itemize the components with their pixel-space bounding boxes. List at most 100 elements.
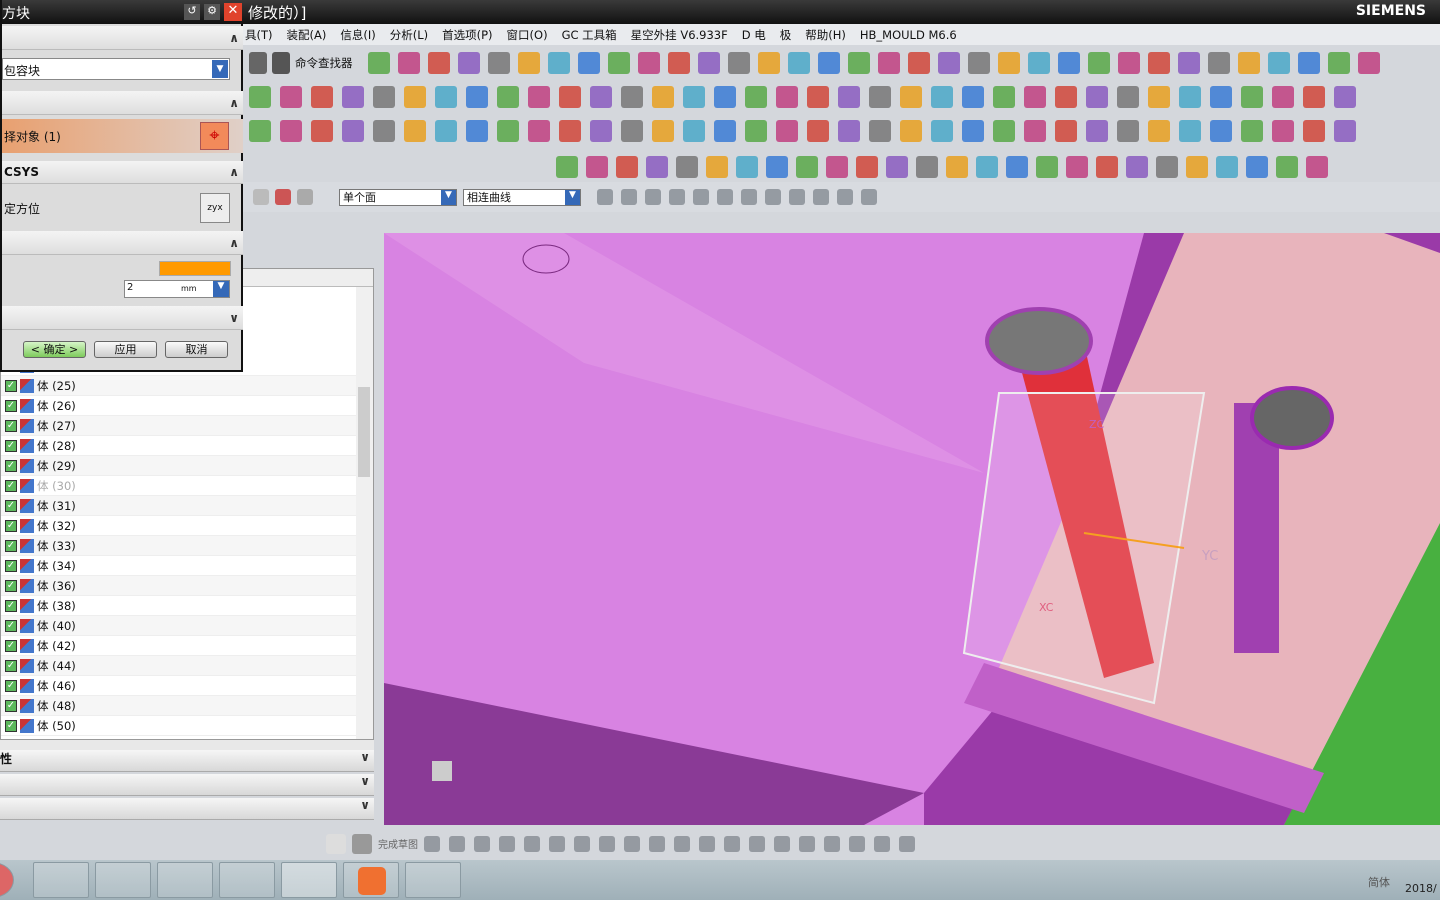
toolbar-tool-icon[interactable] (1006, 156, 1028, 178)
snap-icon[interactable] (275, 189, 291, 205)
toolbar-tool-icon[interactable] (1237, 52, 1260, 74)
toolbar-tool-icon[interactable] (559, 86, 581, 108)
panel-2[interactable]: ∨ (0, 774, 374, 796)
toolbar-tool-icon[interactable] (817, 52, 840, 74)
toolbar-tool-icon[interactable] (774, 835, 790, 852)
toolbar-tool-icon[interactable] (727, 52, 750, 74)
clock[interactable]: 2018/ (1405, 882, 1437, 895)
ok-button[interactable]: < 确定 > (23, 341, 86, 358)
toolbar-tool-icon[interactable] (874, 835, 890, 852)
visibility-checkbox[interactable]: ✓ (5, 599, 17, 612)
close-icon[interactable]: ✕ (224, 3, 242, 21)
toolbar-tool-icon[interactable] (1147, 52, 1170, 74)
toolbar-tool-icon[interactable] (787, 52, 810, 74)
toolbar-tool-icon[interactable] (714, 86, 736, 108)
toolbar-tool-icon[interactable] (528, 120, 550, 142)
visibility-checkbox[interactable]: ✓ (5, 399, 17, 412)
toolbar-tool-icon[interactable] (466, 86, 488, 108)
visibility-checkbox[interactable]: ✓ (5, 379, 17, 392)
toolbar-tool-icon[interactable] (1246, 156, 1268, 178)
visibility-checkbox[interactable]: ✓ (5, 719, 17, 732)
toolbar-tool-icon[interactable] (900, 120, 922, 142)
toolbar-tool-icon[interactable] (1096, 156, 1118, 178)
task-nx-active[interactable] (281, 862, 337, 898)
toolbar-tool-icon[interactable] (1186, 156, 1208, 178)
toolbar-tool-icon[interactable] (1267, 52, 1290, 74)
section-type[interactable]: ∧ (2, 26, 243, 50)
visibility-checkbox[interactable]: ✓ (5, 579, 17, 592)
toolbar-tool-icon[interactable] (645, 189, 661, 205)
toolbar-tool-icon[interactable] (736, 156, 758, 178)
toolbar-tool-icon[interactable] (435, 120, 457, 142)
navigator-row[interactable]: ✓ 体 (33) (1, 536, 356, 556)
toolbar-tool-icon[interactable] (1276, 156, 1298, 178)
toolbar-tool-icon[interactable] (899, 835, 915, 852)
toolbar-tool-icon[interactable] (646, 156, 668, 178)
toolbar-tool-icon[interactable] (1036, 156, 1058, 178)
toolbar-tool-icon[interactable] (669, 189, 685, 205)
navigator-row[interactable]: ✓ 体 (44) (1, 656, 356, 676)
toolbar-tool-icon[interactable] (741, 189, 757, 205)
navigator-row[interactable]: ✓ 体 (40) (1, 616, 356, 636)
crosshair-icon[interactable]: ⌖ (200, 122, 229, 150)
menu-item[interactable]: 极 (780, 27, 792, 43)
task-app[interactable] (219, 862, 275, 898)
toolbar-tool-icon[interactable] (1327, 52, 1350, 74)
toolbar-tool-icon[interactable] (577, 52, 600, 74)
navigator-row[interactable]: ✓ 体 (26) (1, 396, 356, 416)
toolbar-tool-icon[interactable] (714, 120, 736, 142)
menu-item[interactable]: 装配(A) (287, 27, 327, 43)
toolbar-tool-icon[interactable] (1179, 86, 1201, 108)
toolbar-tool-icon[interactable] (528, 86, 550, 108)
apply-button[interactable]: 应用 (94, 341, 157, 358)
toolbar-tool-icon[interactable] (435, 86, 457, 108)
select-object-row[interactable]: 择对象 (1) ⌖ (2, 119, 243, 153)
panel-3[interactable]: ∨ (0, 798, 374, 820)
toolbar-tool-icon[interactable] (807, 120, 829, 142)
toolbar-tool-icon[interactable] (280, 86, 302, 108)
visibility-checkbox[interactable]: ✓ (5, 559, 17, 572)
menu-item[interactable]: 帮助(H) (805, 27, 846, 43)
toolbar-tool-icon[interactable] (466, 120, 488, 142)
toolbar-tool-icon[interactable] (621, 86, 643, 108)
toolbar-tool-icon[interactable] (549, 835, 565, 852)
task-tool[interactable] (405, 862, 461, 898)
toolbar-tool-icon[interactable] (683, 86, 705, 108)
curve-rule-select[interactable]: 相连曲线 ▼ (463, 188, 581, 206)
toolbar-tool-icon[interactable] (424, 835, 440, 852)
toolbar-tool-icon[interactable] (813, 189, 829, 205)
toolbar-tool-icon[interactable] (621, 120, 643, 142)
toolbar-tool-icon[interactable] (1087, 52, 1110, 74)
visibility-checkbox[interactable]: ✓ (5, 619, 17, 632)
toolbar-tool-icon[interactable] (1306, 156, 1328, 178)
toolbar-tool-icon[interactable] (1216, 156, 1238, 178)
menu-item[interactable]: 星空外挂 V6.933F (631, 27, 728, 43)
toolbar-tool-icon[interactable] (877, 52, 900, 74)
toolbar-tool-icon[interactable] (717, 189, 733, 205)
navigator-row[interactable]: ✓ 体 (32) (1, 516, 356, 536)
navigator-row[interactable]: ✓ 体 (30) (1, 476, 356, 496)
toolbar-tool-icon[interactable] (590, 86, 612, 108)
toolbar-tool-icon[interactable] (916, 156, 938, 178)
finish-sketch-icon[interactable] (352, 833, 372, 854)
toolbar-tool-icon[interactable] (676, 156, 698, 178)
toolbar-tool-icon[interactable] (847, 52, 870, 74)
toolbar-tool-icon[interactable] (745, 86, 767, 108)
toolbar-tool-icon[interactable] (757, 52, 780, 74)
toolbar-tool-icon[interactable] (674, 835, 690, 852)
navigator-row[interactable]: ✓ 体 (38) (1, 596, 356, 616)
toolbar-tool-icon[interactable] (280, 120, 302, 142)
toolbar-tool-icon[interactable] (1177, 52, 1200, 74)
navigator-row[interactable]: ✓ 体 (29) (1, 456, 356, 476)
reset-icon[interactable]: ↺ (184, 4, 200, 20)
toolbar-tool-icon[interactable] (807, 86, 829, 108)
toolbar-tool-icon[interactable] (1303, 86, 1325, 108)
toolbar-tool-icon[interactable] (799, 835, 815, 852)
toolbar-tool-icon[interactable] (1272, 86, 1294, 108)
settings-icon[interactable]: ⚙ (204, 4, 220, 20)
menu-item[interactable]: GC 工具箱 (562, 27, 617, 43)
toolbar-tool-icon[interactable] (967, 52, 990, 74)
toolbar-tool-icon[interactable] (616, 156, 638, 178)
toolbar-tool-icon[interactable] (1357, 52, 1380, 74)
visibility-checkbox[interactable]: ✓ (5, 459, 17, 472)
